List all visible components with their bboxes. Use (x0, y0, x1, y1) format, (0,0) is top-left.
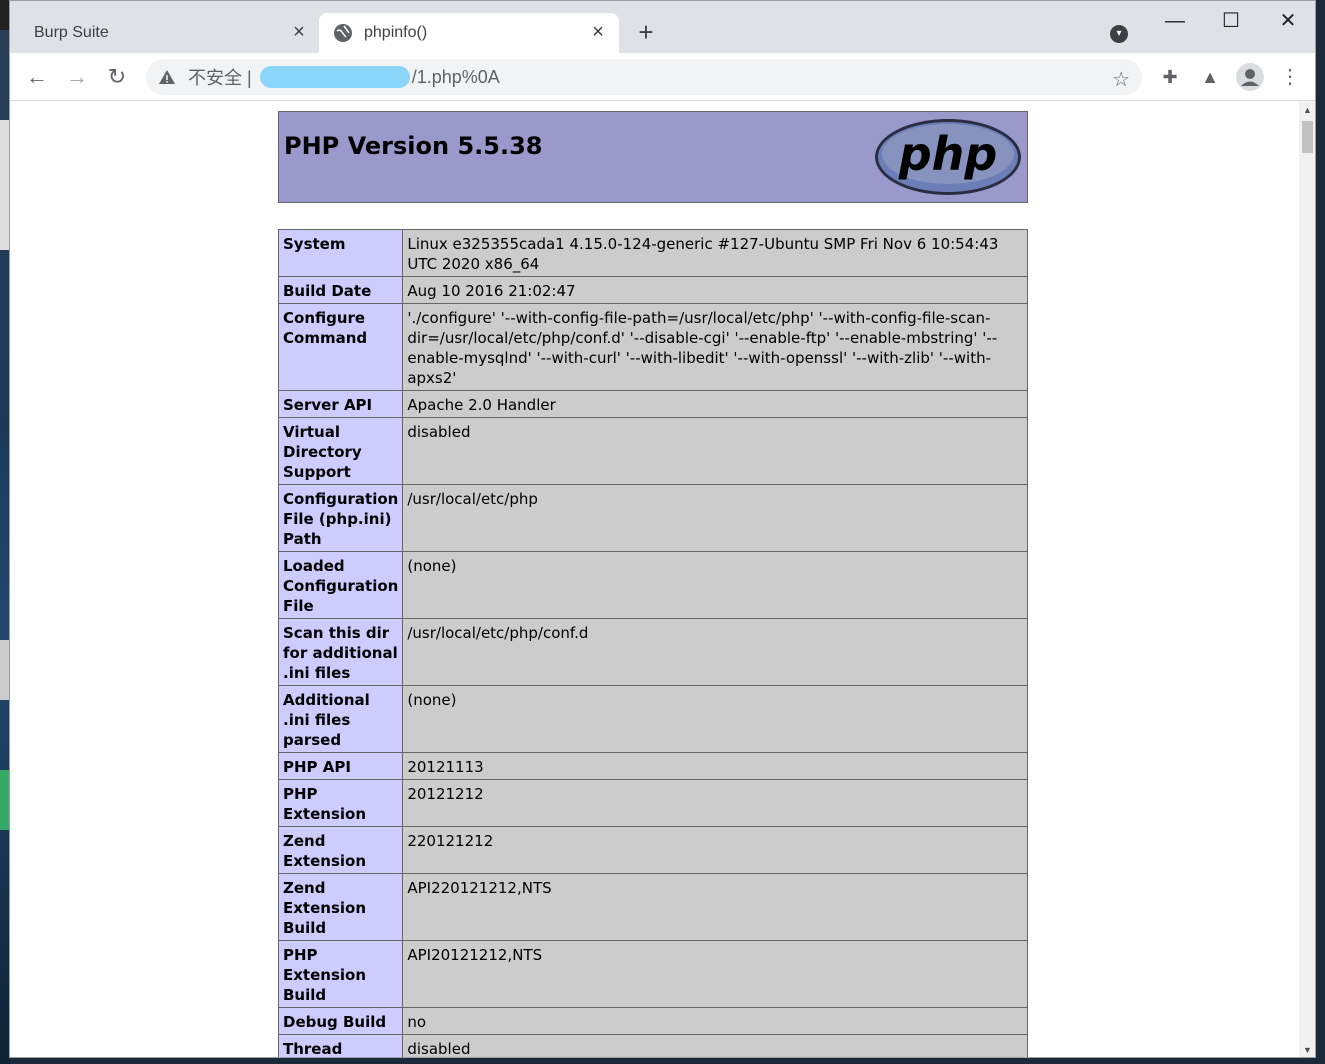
globe-icon (334, 24, 352, 42)
php-header: PHP Version 5.5.38 php (278, 111, 1028, 203)
plus-icon[interactable]: + (634, 19, 658, 45)
row-key: System (277, 229, 404, 277)
row-value: './configure' '--with-config-file-path=/… (402, 303, 1028, 391)
row-value: (none) (402, 551, 1028, 619)
puzzle-icon[interactable]: ✚ (1158, 65, 1182, 89)
phpinfo-table: System Linux e325355cada1 4.15.0-124-gene… (277, 229, 1028, 1057)
table-row: PHP Extension 20121212 (277, 779, 1028, 827)
browser-toolbar: ← → ↻ 不安全 | /1.php%0A ☆ ✚ ▲ ⋮ (10, 53, 1315, 101)
table-row: Zend Extension Build API220121212,NTS (277, 873, 1028, 941)
vertical-scrollbar[interactable]: ▲ ▼ (1299, 101, 1315, 1057)
row-key: Zend Extension (277, 826, 404, 874)
row-value: Apache 2.0 Handler (402, 390, 1028, 418)
table-row: System Linux e325355cada1 4.15.0-124-gene… (277, 229, 1028, 277)
star-icon[interactable]: ☆ (1112, 67, 1130, 92)
row-value: 20121212 (402, 779, 1028, 827)
row-key: Thread Safety (277, 1034, 404, 1057)
tab-burp-suite[interactable]: Burp Suite × (10, 13, 320, 53)
tab-title: phpinfo() (364, 24, 428, 41)
window-close-icon[interactable]: ✕ (1273, 9, 1303, 33)
row-value: 220121212 (402, 826, 1028, 874)
row-value: no (402, 1007, 1028, 1035)
row-key: Zend Extension Build (277, 873, 404, 941)
table-row: Loaded Configuration File (none) (277, 551, 1028, 619)
scrollbar-thumb[interactable] (1302, 121, 1313, 153)
page-content: PHP Version 5.5.38 php System Linux e3253… (10, 101, 1299, 1057)
row-value: 20121113 (402, 752, 1028, 780)
table-row: Build Date Aug 10 2016 21:02:47 (277, 276, 1028, 304)
tab-title: Burp Suite (34, 24, 109, 41)
table-row: Server API Apache 2.0 Handler (277, 390, 1028, 418)
tab-search-icon[interactable]: ▾ (1110, 25, 1128, 43)
kebab-menu-icon[interactable]: ⋮ (1278, 65, 1302, 89)
tab-phpinfo[interactable]: phpinfo() × (319, 13, 619, 53)
php-logo[interactable]: php (874, 118, 1022, 196)
row-value: disabled (402, 417, 1028, 485)
reload-icon[interactable]: ↻ (105, 65, 129, 89)
row-value: API220121212,NTS (402, 873, 1028, 941)
table-row: Scan this dir for additional .ini files /… (277, 618, 1028, 686)
row-key: PHP Extension (277, 779, 404, 827)
table-row: Configuration File (php.ini) Path/usr/lo… (277, 484, 1028, 552)
row-value: /usr/local/etc/php/conf.d (402, 618, 1028, 686)
tab-strip: Burp Suite × phpinfo() × + ▾ — ☐ ✕ (10, 1, 1315, 53)
row-value: Linux e325355cada1 4.15.0-124-generic #1… (402, 229, 1028, 277)
row-value: disabled (402, 1034, 1028, 1057)
table-row: Zend Extension 220121212 (277, 826, 1028, 874)
url-redaction (259, 66, 410, 88)
row-key: Server API (277, 390, 404, 418)
row-key: Configure Command (277, 303, 404, 391)
table-row: Additional .ini files parsed (none) (277, 685, 1028, 753)
row-key: Scan this dir for additional .ini files (277, 618, 404, 686)
browser-window: Burp Suite × phpinfo() × + ▾ — ☐ ✕ ← → ↻… (9, 0, 1316, 1058)
close-icon[interactable]: × (290, 22, 308, 42)
profile-icon[interactable] (1236, 63, 1264, 91)
row-key: Loaded Configuration File (277, 551, 404, 619)
table-row: PHP Extension Build API20121212,NTS (277, 940, 1028, 1008)
page-title: PHP Version 5.5.38 (284, 132, 543, 160)
warning-triangle-icon (159, 70, 175, 84)
scroll-down-arrow-icon[interactable]: ▼ (1303, 1045, 1312, 1055)
row-key: PHP API (277, 752, 404, 780)
scroll-up-arrow-icon[interactable]: ▲ (1303, 105, 1312, 115)
table-row: Virtual Directory Support disabled (277, 417, 1028, 485)
row-value: Aug 10 2016 21:02:47 (402, 276, 1028, 304)
back-arrow-icon[interactable]: ← (25, 65, 49, 89)
row-key: Build Date (277, 276, 404, 304)
row-value: API20121212,NTS (402, 940, 1028, 1008)
row-key: Virtual Directory Support (277, 417, 404, 485)
url-text: /1.php%0A (411, 66, 500, 87)
forward-arrow-icon[interactable]: → (65, 65, 89, 89)
row-key: PHP Extension Build (277, 940, 404, 1008)
table-row: Configure Command './configure' '--with-c… (277, 303, 1028, 391)
security-label: 不安全 | (188, 68, 252, 88)
row-key: Additional .ini files parsed (277, 685, 404, 753)
row-key: Configuration File (php.ini) Path (277, 484, 404, 552)
minimize-icon[interactable]: — (1160, 9, 1190, 33)
maximize-icon[interactable]: ☐ (1216, 9, 1246, 33)
row-key: Debug Build (277, 1007, 404, 1035)
close-icon[interactable]: × (589, 22, 607, 42)
address-bar[interactable]: 不安全 | /1.php%0A ☆ (146, 59, 1142, 95)
row-value: /usr/local/etc/php (402, 484, 1028, 552)
flask-icon[interactable]: ▲ (1198, 65, 1222, 89)
table-row: Debug Build no (277, 1007, 1028, 1035)
table-row: PHP API 20121113 (277, 752, 1028, 780)
table-row: Thread Safetydisabled (277, 1034, 1028, 1057)
php-logo-text: php (898, 127, 998, 181)
row-value: (none) (402, 685, 1028, 753)
